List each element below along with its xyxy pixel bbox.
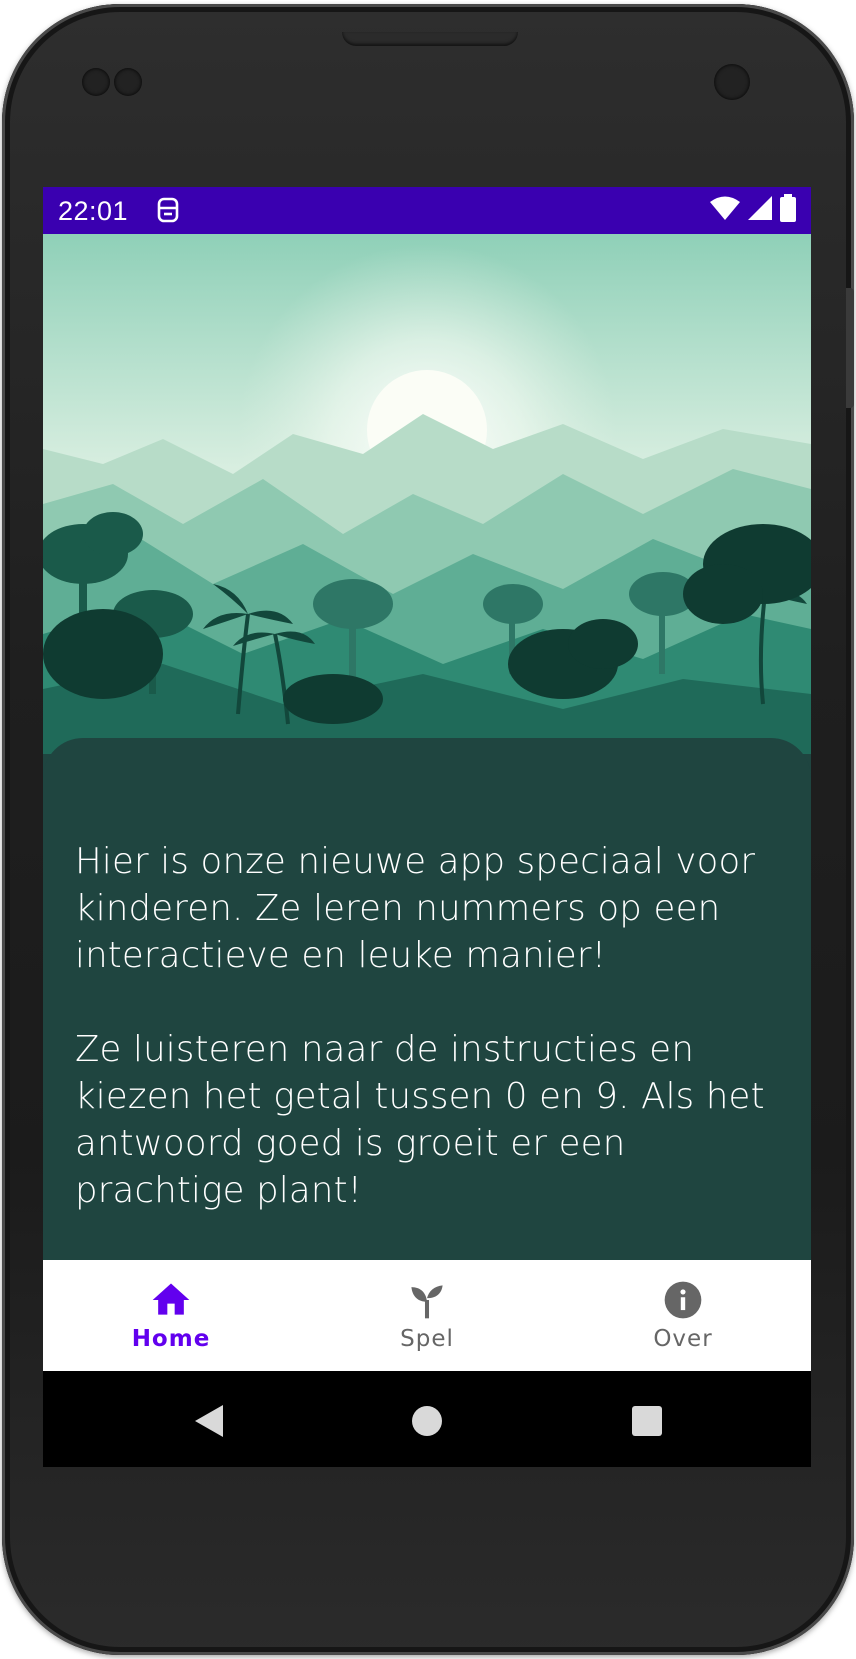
home-icon (149, 1278, 193, 1322)
intro-paragraph: Hier is onze nieuwe app speciaal voor ki… (75, 841, 756, 976)
sim-card-icon (155, 196, 181, 224)
nav-label-spel: Spel (400, 1326, 454, 1352)
back-icon[interactable] (191, 1403, 227, 1439)
recents-icon[interactable] (629, 1403, 665, 1439)
device-frame-stage: 22:01 Hier is onze nieuwe app speciaal v… (0, 0, 856, 1659)
sensor-dot (82, 68, 110, 96)
info-icon (661, 1278, 705, 1322)
bottom-navigation: Home Spel Over (43, 1260, 811, 1371)
nav-item-over[interactable]: Over (555, 1260, 811, 1371)
system-navigation-bar (43, 1371, 811, 1467)
nav-label-home: Home (131, 1326, 211, 1352)
status-bar: 22:01 (43, 187, 811, 234)
status-icons (709, 194, 797, 226)
jungle-landscape-illustration (43, 234, 811, 754)
sensor-dot (114, 68, 142, 96)
nav-item-spel[interactable]: Spel (299, 1260, 555, 1371)
front-camera (714, 64, 750, 100)
nav-label-over: Over (653, 1326, 713, 1352)
home-circle-icon[interactable] (409, 1403, 445, 1439)
nav-item-home[interactable]: Home (43, 1260, 299, 1371)
screen: 22:01 Hier is onze nieuwe app speciaal v… (43, 187, 811, 1467)
info-text: Hier is onze nieuwe app speciaal voor ki… (75, 838, 785, 1214)
wifi-icon (709, 195, 741, 225)
instructions-paragraph: Ze luisteren naar de instructies en kiez… (75, 1029, 765, 1211)
battery-icon (779, 194, 797, 226)
sprout-icon (405, 1278, 449, 1322)
info-card: Hier is onze nieuwe app speciaal voor ki… (43, 738, 811, 1298)
earpiece-speaker (342, 32, 518, 46)
cellular-signal-icon (747, 195, 773, 225)
power-button (846, 288, 854, 408)
status-time: 22:01 (58, 196, 129, 226)
